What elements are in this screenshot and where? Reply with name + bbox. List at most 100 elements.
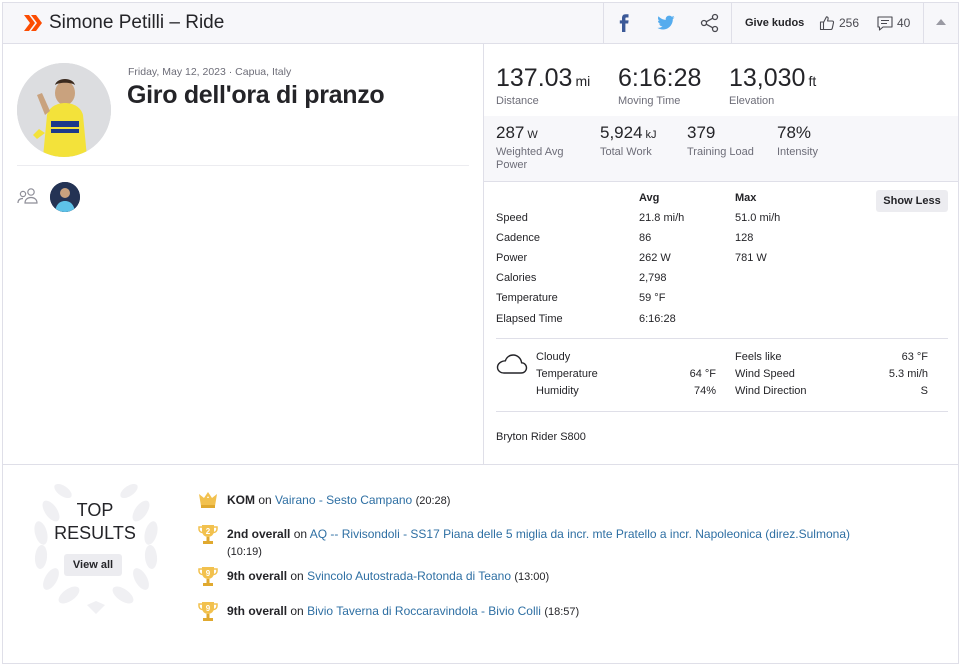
stat-unit: kJ [645,129,657,141]
stat-label: Training Load [687,146,754,158]
feels-like-label: Feels like [735,351,782,363]
stat-label: Intensity [777,146,818,158]
row-max: 781 W [735,252,767,264]
collapse-caret-icon[interactable] [936,19,946,25]
divider [923,3,924,43]
result-item: 9th overall on Svincolo Autostrada-Roton… [227,568,927,586]
row-label: Calories [496,272,537,284]
view-all-button[interactable]: View all [64,554,122,576]
comment-count[interactable]: 40 [897,16,910,30]
thumbs-up-icon[interactable] [819,15,835,31]
stat-label: Distance [496,95,539,107]
cloud-icon [496,354,528,374]
stat-value: 6:16:28 [618,64,702,92]
result-segment-link[interactable]: Svincolo Autostrada-Rotonda di Teano [307,569,511,583]
weather-humidity: 74% [693,385,716,397]
row-avg: 21.8 mi/h [639,212,685,224]
result-on: on [293,527,308,541]
stat-label: Weighted Avg Power [496,146,564,171]
row-avg: 262 W [639,252,671,264]
stat-value: 137.03 [496,64,573,92]
result-rank: 9th overall [227,604,288,618]
athlete-photo [17,63,111,157]
row-avg: 59 °F [639,292,666,304]
wind-direction-label: Wind Direction [735,385,807,397]
row-label: Power [496,252,528,264]
stat-label: Moving Time [618,95,681,107]
top-results-title: TOP RESULTS [43,499,147,545]
wind-direction-value: S [920,385,928,397]
result-item: 9th overall on Bivio Taverna di Roccarav… [227,603,927,621]
athlete-avatar[interactable] [17,63,111,157]
show-less-button[interactable]: Show Less [876,190,948,212]
stat-weighted-power: 287 W Weighted Avg Power [496,123,586,181]
result-segment-link[interactable]: AQ -- Rivisondoli - SS17 Piana delle 5 m… [310,527,850,541]
stat-elevation: 13,030 ft Elevation [729,64,816,107]
crown-icon [199,492,217,508]
stat-value: 5,924 [600,123,643,142]
trophy-icon: 9 [198,567,218,586]
twitter-icon[interactable] [657,15,675,31]
row-max: 51.0 mi/h [735,212,781,224]
result-on: on [258,493,272,507]
stat-moving-time: 6:16:28 Moving Time [618,64,701,107]
weather-humidity-label: Humidity [536,385,579,397]
divider [496,338,948,339]
stat-value: 287 [496,123,525,142]
max-header: Max [735,192,757,204]
result-time: (13:00) [514,571,550,583]
row-avg: 6:16:28 [639,313,676,325]
group-icon [17,188,38,204]
result-time: (10:19) [227,546,262,558]
avg-header: Avg [639,192,660,204]
comment-icon[interactable] [877,16,893,31]
member-photo [50,182,80,212]
kudos-count[interactable]: 256 [839,16,859,30]
group-member-avatar[interactable] [50,182,80,212]
row-label: Temperature [496,292,558,304]
stats-panel: 137.03 mi Distance 6:16:28 Moving Time 13… [483,44,958,464]
strava-chevron-icon [24,15,42,31]
give-kudos-button[interactable]: Give kudos [745,17,804,29]
stat-total-work: 5,924 kJ Total Work [600,123,680,181]
device-name: Bryton Rider S800 [496,431,586,443]
row-label: Elapsed Time [496,313,563,325]
wind-speed-label: Wind Speed [735,368,795,380]
weather-temperature-label: Temperature [536,368,598,380]
result-segment-link[interactable]: Vairano - Sesto Campano [275,493,412,507]
top-results-line1: TOP [76,500,114,520]
row-label: Speed [496,212,528,224]
result-time: (18:57) [544,606,580,618]
share-icon[interactable] [700,13,720,33]
facebook-icon[interactable] [617,14,631,32]
stat-unit: W [527,129,538,141]
stat-label: Elevation [729,95,775,107]
activity-page: Simone Petilli – Ride Give kudos 256 40 [2,2,959,664]
trophy-badge: 2 [206,527,211,536]
feels-like-value: 63 °F [901,351,928,363]
result-on: on [290,604,304,618]
result-rank: 2nd overall [227,527,291,541]
stat-training-load: 379 Training Load [687,123,772,181]
divider [17,165,469,166]
result-segment-link[interactable]: Bivio Taverna di Roccaravindola - Bivio … [307,604,541,618]
result-item: 2nd overall on AQ -- Rivisondoli - SS17 … [227,526,927,561]
wind-speed-value: 5.3 mi/h [888,368,928,380]
row-avg: 2,798 [639,272,667,284]
trophy-badge: 9 [206,569,211,578]
trophy-icon: 2 [198,525,218,544]
activity-meta: Friday, May 12, 2023 · Capua, Italy [128,66,292,78]
weather-temperature: 64 °F [689,368,716,380]
divider [484,181,958,182]
top-results-line2: RESULTS [54,523,136,543]
result-time: (20:28) [415,495,451,507]
stat-distance: 137.03 mi Distance [496,64,590,107]
result-item: KOM on Vairano - Sesto Campano (20:28) [227,492,927,510]
stat-unit: ft [808,73,817,89]
result-rank: KOM [227,493,255,507]
activity-title: Giro dell'ora di pranzo [127,81,385,109]
row-max: 128 [735,232,754,244]
divider [731,3,732,43]
divider [603,3,604,43]
stat-unit: mi [575,73,591,89]
